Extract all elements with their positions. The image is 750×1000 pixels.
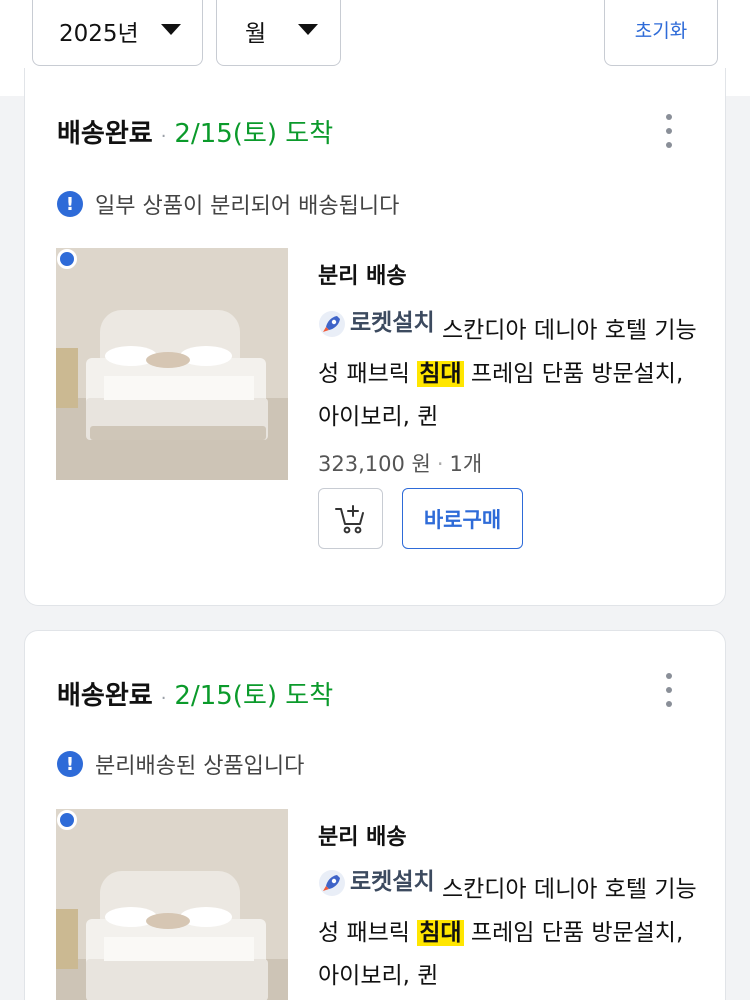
order-card: 배송완료 · 2/15(토) 도착 ! 일부 상품이 분리되어 배송됩니다 분리… [24, 68, 726, 606]
month-select-label: 월 [245, 21, 267, 47]
separator-dot: · [160, 126, 167, 147]
arrival-date: 2/15(토) 도착 [174, 681, 334, 711]
info-icon: ! [57, 191, 83, 217]
kebab-icon[interactable] [665, 114, 673, 148]
product-name[interactable]: 로켓설치 스칸디아 데니아 호텔 기능성 패브릭 침대 프레임 단품 방문설치,… [318, 302, 708, 439]
bed-illustration [56, 809, 288, 1000]
order-card: 배송완료 · 2/15(토) 도착 ! 분리배송된 상품입니다 분리 배송 로켓… [24, 630, 726, 1000]
rocket-icon [319, 310, 345, 337]
separator-dot: · [160, 688, 167, 709]
year-select[interactable]: 2025년 [32, 0, 203, 66]
reset-button[interactable]: 초기화 [604, 0, 718, 66]
shipping-type: 분리 배송 [318, 825, 407, 850]
shipping-notice-text: 일부 상품이 분리되어 배송됩니다 [95, 194, 400, 219]
product-image[interactable] [56, 809, 288, 1000]
shipping-notice: ! 분리배송된 상품입니다 [57, 748, 304, 780]
buy-now-button[interactable]: 바로구매 [402, 488, 523, 549]
info-icon: ! [57, 751, 83, 777]
delivery-status-line: 배송완료 · 2/15(토) 도착 [57, 113, 333, 150]
delivery-status: 배송완료 [57, 681, 153, 711]
quantity: 1개 [449, 452, 483, 476]
price: 323,100 원 [318, 452, 431, 476]
order-history-page: 2025년 월 초기화 배송완료 · 2/15(토) 도착 ! 일부 상품이 분… [0, 0, 750, 1000]
product-name[interactable]: 로켓설치 스칸디아 데니아 호텔 기능성 패브릭 침대 프레임 단품 방문설치,… [318, 861, 708, 998]
bed-illustration [56, 248, 288, 480]
rocket-icon [319, 869, 345, 896]
rocket-install-label: 로켓설치 [350, 869, 435, 895]
item-select-dot [57, 810, 77, 830]
kebab-icon[interactable] [665, 673, 673, 707]
shipping-notice-text: 분리배송된 상품입니다 [95, 754, 305, 779]
delivery-status-line: 배송완료 · 2/15(토) 도착 [57, 675, 333, 712]
add-to-cart-button[interactable] [318, 488, 383, 549]
delivery-status: 배송완료 [57, 119, 153, 149]
item-select-dot [57, 249, 77, 269]
shipping-notice: ! 일부 상품이 분리되어 배송됩니다 [57, 188, 399, 220]
rocket-install-label: 로켓설치 [350, 310, 435, 336]
add-to-cart-icon [334, 504, 364, 533]
separator-dot: · [436, 452, 444, 476]
search-keyword-highlight: 침대 [417, 919, 464, 946]
shipping-type: 분리 배송 [318, 264, 407, 289]
caret-down-icon [161, 24, 181, 35]
caret-down-icon [298, 24, 318, 35]
rocket-install-badge: 로켓설치 [318, 861, 435, 904]
year-select-label: 2025년 [59, 21, 139, 47]
arrival-date: 2/15(토) 도착 [174, 119, 334, 149]
month-select[interactable]: 월 [216, 0, 341, 66]
product-image[interactable] [56, 248, 288, 480]
search-keyword-highlight: 침대 [417, 360, 464, 387]
price-line: 323,100 원 · 1개 [318, 448, 482, 478]
rocket-install-badge: 로켓설치 [318, 302, 435, 345]
